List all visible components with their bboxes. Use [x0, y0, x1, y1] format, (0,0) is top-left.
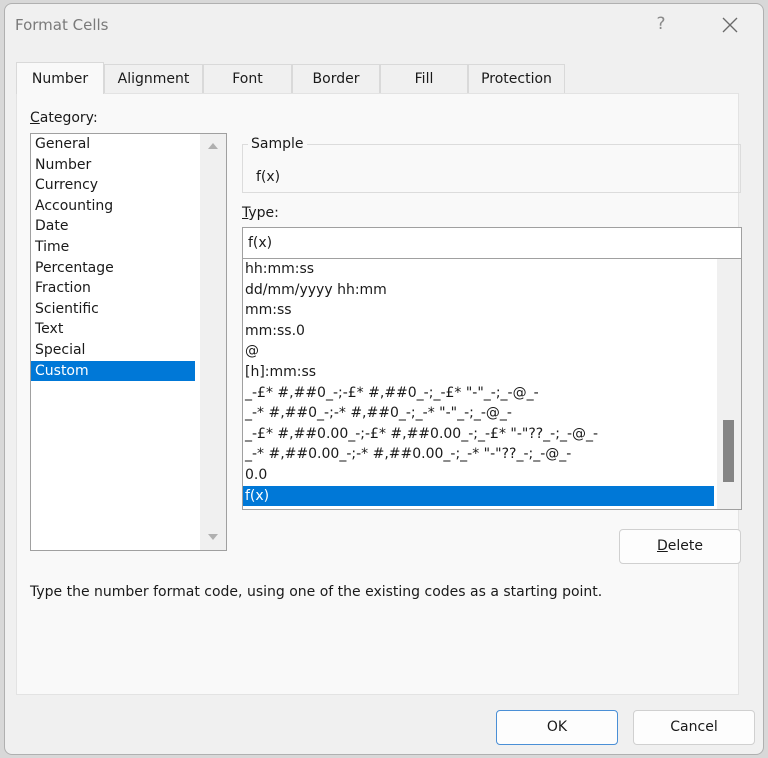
number-tab-panel: Category: General Number Currency Accountin…	[16, 93, 742, 695]
type-item[interactable]: f(x)	[243, 485, 714, 507]
type-item[interactable]: [h]:mm:ss	[243, 362, 714, 383]
type-item[interactable]: _-* #,##0.00_-;-* #,##0.00_-;_-* "-"??_-…	[243, 444, 714, 465]
ok-button[interactable]: OK	[496, 710, 618, 745]
sample-value: f(x)	[256, 169, 281, 185]
tab-protection[interactable]: Protection	[468, 64, 565, 93]
dialog-title: Format Cells	[15, 16, 109, 34]
tab-font[interactable]: Font	[203, 64, 292, 93]
category-item[interactable]: Special	[31, 340, 195, 361]
category-item[interactable]: Accounting	[31, 196, 195, 217]
category-item[interactable]: Percentage	[31, 258, 195, 279]
category-item[interactable]: Time	[31, 237, 195, 258]
category-items: General Number Currency Accounting Date Time P…	[31, 134, 226, 382]
category-item[interactable]: Number	[31, 155, 195, 176]
title-bar: Format Cells ?	[5, 4, 763, 48]
category-accel: C	[30, 110, 40, 126]
type-items: hh:mm:ss dd/mm/yyyy hh:mm mm:ss mm:ss.0 @ [h]…	[243, 259, 741, 507]
type-item[interactable]: _-£* #,##0_-;-£* #,##0_-;_-£* "-"_-;_-@_…	[243, 383, 714, 404]
type-item[interactable]: dd/mm/yyyy hh:mm	[243, 280, 714, 301]
scroll-down-arrow-icon[interactable]	[208, 534, 218, 540]
category-item[interactable]: Date	[31, 216, 195, 237]
type-item[interactable]: @	[243, 341, 714, 362]
category-item[interactable]: General	[31, 134, 195, 155]
close-icon	[722, 17, 738, 33]
category-item[interactable]: Scientific	[31, 299, 195, 320]
tab-alignment[interactable]: Alignment	[104, 64, 203, 93]
help-button[interactable]: ?	[651, 14, 671, 36]
type-item[interactable]: _-£* #,##0.00_-;-£* #,##0.00_-;_-£* "-"?…	[243, 424, 714, 445]
tab-fill[interactable]: Fill	[380, 64, 468, 93]
sample-legend: Sample	[248, 136, 307, 152]
category-scrollbar[interactable]	[200, 134, 226, 550]
tab-number[interactable]: Number	[16, 62, 104, 94]
type-label-text: ype:	[248, 205, 279, 221]
category-label: Category:	[30, 110, 98, 126]
type-item[interactable]: mm:ss.0	[243, 321, 714, 342]
type-list[interactable]: hh:mm:ss dd/mm/yyyy hh:mm mm:ss mm:ss.0 @ [h]…	[242, 258, 742, 510]
category-item[interactable]: Currency	[31, 175, 195, 196]
delete-button[interactable]: Delete	[619, 529, 741, 564]
category-item[interactable]: Text	[31, 319, 195, 340]
category-item[interactable]: Custom	[31, 360, 195, 382]
tab-border[interactable]: Border	[292, 64, 380, 93]
type-label: Type:	[242, 205, 279, 221]
category-list[interactable]: General Number Currency Accounting Date Time P…	[30, 133, 227, 551]
delete-label: elete	[667, 538, 703, 554]
type-item[interactable]: 0.0	[243, 465, 714, 486]
type-input[interactable]: f(x)	[242, 227, 742, 259]
scroll-up-arrow-icon[interactable]	[208, 143, 218, 149]
type-scrollbar-thumb[interactable]	[723, 419, 734, 482]
close-button[interactable]	[717, 12, 743, 38]
hint-text: Type the number format code, using one o…	[30, 584, 603, 600]
delete-accel: D	[657, 538, 668, 554]
format-cells-dialog: Format Cells ? Number Alignment Font Bor…	[4, 3, 764, 755]
type-scrollbar[interactable]	[717, 259, 741, 509]
type-item[interactable]: mm:ss	[243, 300, 714, 321]
type-item[interactable]: hh:mm:ss	[243, 259, 714, 280]
type-item[interactable]: _-* #,##0_-;-* #,##0_-;_-* "-"_-;_-@_-	[243, 403, 714, 424]
sample-group	[242, 144, 741, 193]
cancel-button[interactable]: Cancel	[633, 710, 755, 745]
category-item[interactable]: Fraction	[31, 278, 195, 299]
category-label-text: ategory:	[39, 110, 98, 126]
